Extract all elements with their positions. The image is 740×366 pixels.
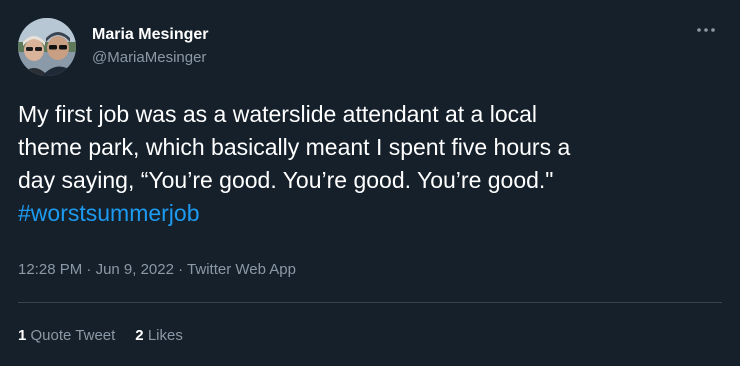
meta-separator: ·	[173, 261, 188, 278]
tweet-text: My first job was as a waterslide attenda…	[18, 98, 728, 230]
quote-tweet-count: 1	[18, 327, 27, 344]
divider	[18, 302, 722, 303]
tweet-stats: 1 Quote Tweet 2 Likes	[18, 325, 183, 347]
tweet-meta: 12:28 PM · Jun 9, 2022 · Twitter Web App	[18, 259, 296, 281]
like-label: Likes	[147, 327, 183, 344]
quote-tweets-stat[interactable]: 1 Quote Tweet	[18, 325, 115, 347]
more-options-button[interactable]	[694, 20, 718, 40]
avatar-photo	[18, 18, 76, 76]
meta-separator: ·	[82, 261, 96, 278]
author-block: Maria Mesinger @MariaMesinger	[92, 25, 208, 68]
tweet-card: Maria Mesinger @MariaMesinger My first j…	[0, 0, 740, 366]
tweet-time[interactable]: 12:28 PM	[18, 261, 82, 278]
author-display-name[interactable]: Maria Mesinger	[92, 25, 208, 45]
likes-stat[interactable]: 2 Likes	[135, 325, 183, 347]
tweet-text-line: day saying, “You’re good. You’re good. Y…	[18, 167, 554, 193]
hashtag-link[interactable]: #worstsummerjob	[18, 200, 200, 226]
author-handle[interactable]: @MariaMesinger	[92, 48, 208, 68]
tweet-text-line: My first job was as a waterslide attenda…	[18, 101, 538, 127]
tweet-text-line: theme park, which basically meant I spen…	[18, 134, 571, 160]
like-count: 2	[135, 327, 144, 344]
avatar[interactable]	[18, 18, 76, 76]
more-dots-icon	[697, 28, 715, 32]
tweet-source[interactable]: Twitter Web App	[187, 261, 296, 278]
tweet-date[interactable]: Jun 9, 2022	[96, 261, 174, 278]
quote-tweet-label: Quote Tweet	[30, 327, 116, 344]
